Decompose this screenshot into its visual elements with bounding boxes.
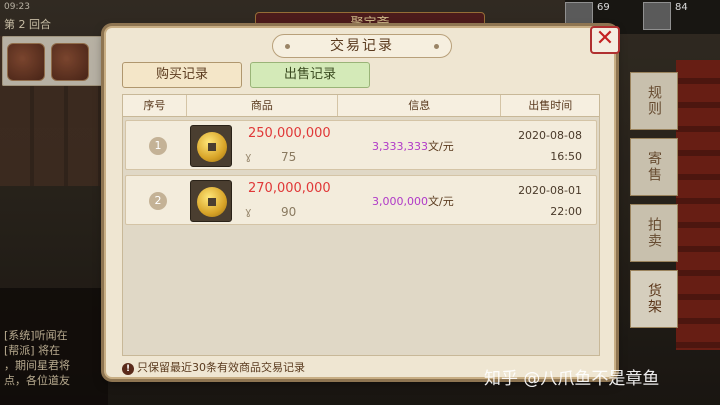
close-icon: ✕ [595, 26, 615, 51]
item-slot[interactable] [190, 180, 232, 222]
tab-purchase-records[interactable]: 购买记录 [122, 62, 242, 88]
close-button[interactable]: ✕ [590, 26, 620, 54]
item-slot[interactable] [190, 125, 232, 167]
sale-date: 2020-08-01 [518, 184, 582, 197]
trade-record-dialog: 交易记录 ✕ 购买记录 出售记录 序号 商品 信息 出售时间 1 250,000… [104, 26, 620, 379]
retention-notice: ! 只保留最近30条有效商品交易记录 [122, 359, 305, 375]
tab-sale-records[interactable]: 出售记录 [250, 62, 370, 88]
title-dot-icon [434, 44, 439, 49]
title-dot-icon [285, 44, 290, 49]
item-quantity: 75 [281, 150, 297, 164]
unit-price-value: 3,333,333 [372, 140, 428, 153]
column-header-sale-time: 出售时间 [528, 99, 573, 112]
sale-date: 2020-08-08 [518, 129, 582, 142]
row-index-badge: 1 [149, 137, 167, 155]
dialog-title-text: 交易记录 [330, 38, 394, 54]
unit-price-value: 3,000,000 [372, 195, 428, 208]
column-header-item: 商品 [187, 95, 339, 116]
copper-coin-icon [197, 132, 227, 162]
watermark: 知乎 @八爪鱼不是章鱼 [484, 369, 660, 389]
row-index-badge: 2 [149, 192, 167, 210]
table-row[interactable]: 1 250,000,000 ɣ 75 3,333,333文/元 2020-08-… [125, 120, 597, 170]
rank-icon: ɣ [245, 150, 252, 163]
sale-time: 16:50 [550, 150, 582, 163]
dialog-title: 交易记录 [272, 34, 452, 58]
records-table: 序号 商品 信息 出售时间 1 250,000,000 ɣ 75 3,333,3… [122, 94, 600, 356]
item-quantity: 90 [281, 205, 297, 219]
sale-time: 22:00 [550, 205, 582, 218]
table-row[interactable]: 2 270,000,000 ɣ 90 3,000,000文/元 2020-08-… [125, 175, 597, 225]
column-header-info: 信息 [338, 95, 502, 116]
column-header-index: 序号 [123, 95, 187, 116]
item-price: 250,000,000 [248, 126, 331, 141]
unit-price: 3,333,333文/元 [372, 138, 454, 154]
retention-notice-text: 只保留最近30条有效商品交易记录 [137, 361, 305, 374]
warning-icon: ! [122, 363, 134, 375]
item-price: 270,000,000 [248, 181, 331, 196]
unit-price-suffix: 文/元 [427, 140, 454, 153]
table-header: 序号 商品 信息 出售时间 [123, 95, 599, 117]
unit-price: 3,000,000文/元 [372, 193, 454, 209]
unit-price-suffix: 文/元 [427, 195, 454, 208]
copper-coin-icon [197, 187, 227, 217]
rank-icon: ɣ [245, 205, 252, 218]
